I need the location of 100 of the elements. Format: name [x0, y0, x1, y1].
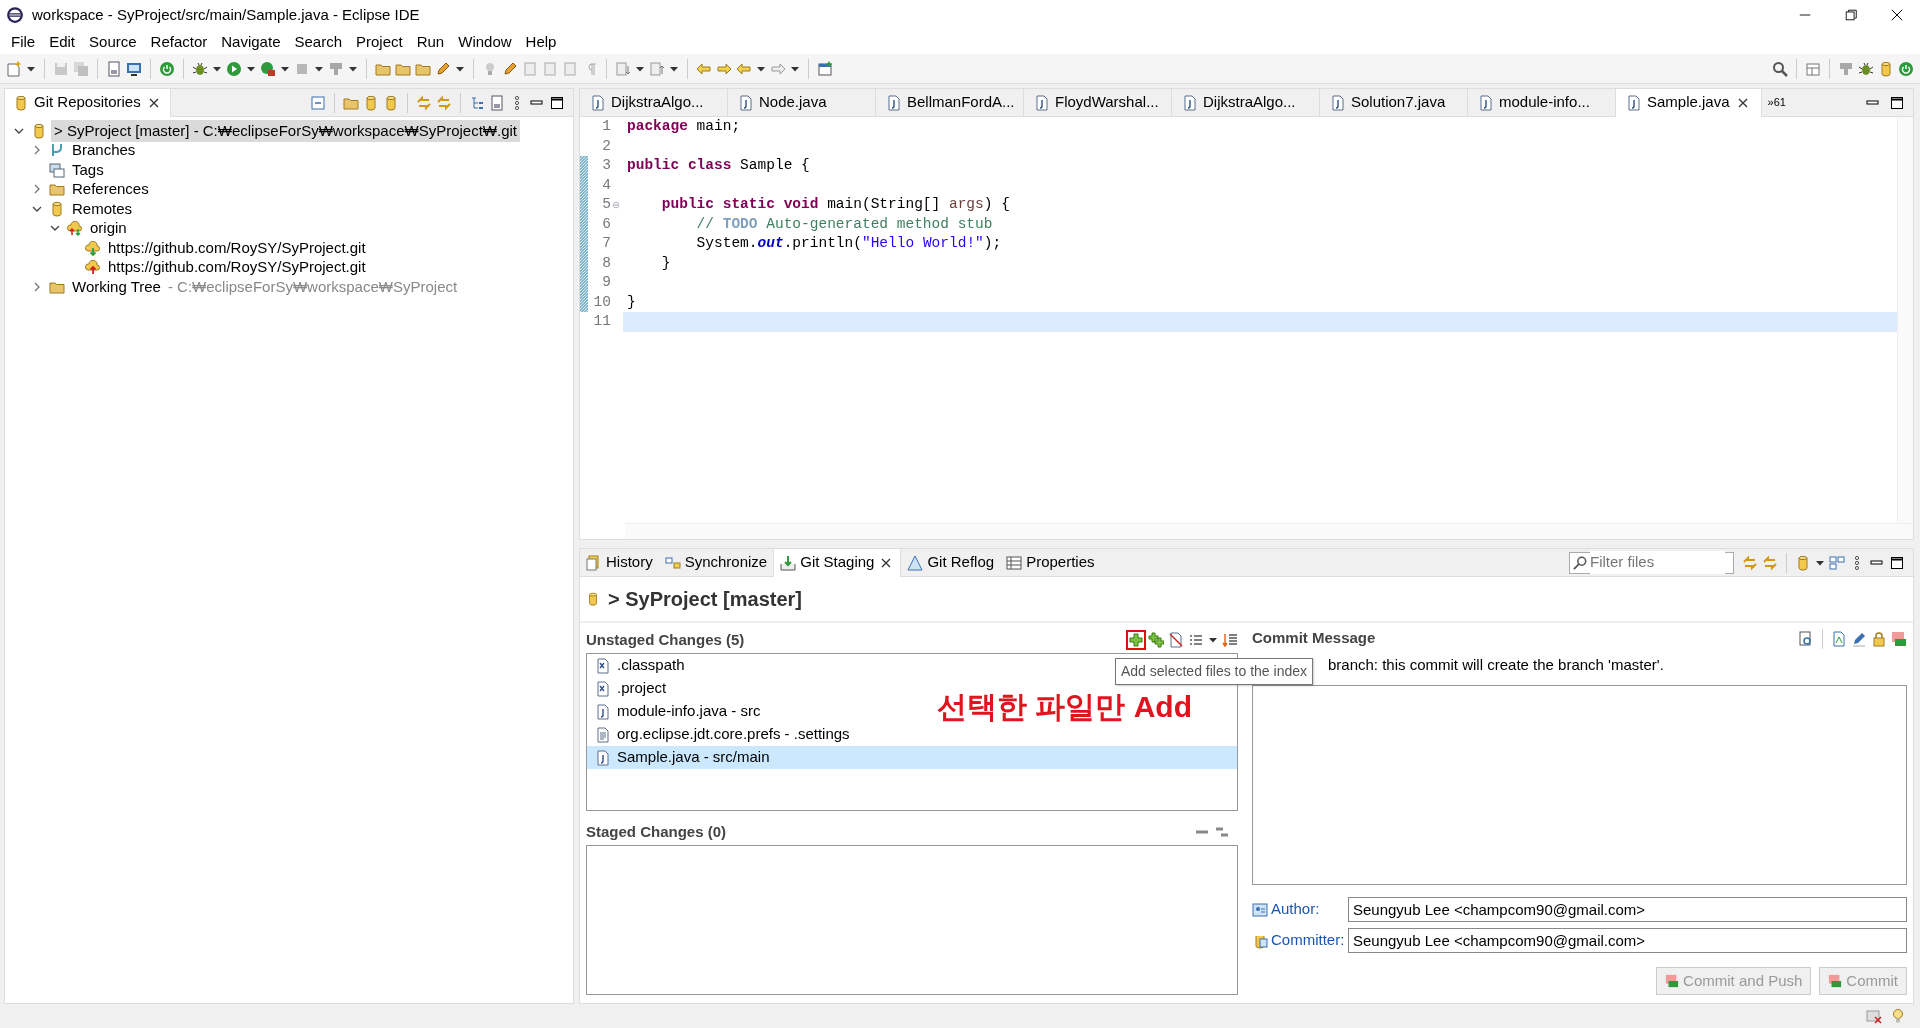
person-icon	[1252, 901, 1268, 918]
editor-tab[interactable]: Sample.java	[1616, 88, 1762, 117]
menu-item[interactable]: Project	[349, 28, 410, 56]
code-line: }	[626, 292, 637, 312]
input-field[interactable]: Seungyub Lee <champcom90@gmail.com>	[1348, 897, 1907, 922]
tab-label: Properties	[1026, 552, 1095, 573]
file-row[interactable]: org.eclipse.jdt.core.prefs - .settings	[587, 723, 854, 746]
sync-arrows-icon[interactable]	[436, 94, 452, 111]
overflow-tabs-count[interactable]: »61	[1761, 94, 1792, 111]
tab-label: DijkstraAlgo...	[611, 92, 704, 113]
menu-item[interactable]: Navigate	[214, 28, 288, 56]
view-tab[interactable]: Properties	[1000, 548, 1101, 577]
tab-label: Solution7.java	[1351, 92, 1446, 113]
page-icon[interactable]	[1831, 630, 1847, 647]
file-icon	[595, 749, 611, 766]
file-row[interactable]: Sample.java - src/main	[587, 746, 1237, 769]
file-row[interactable]: .project	[587, 677, 671, 700]
power-icon[interactable]	[159, 60, 175, 77]
code-line: public class Sample {	[626, 156, 811, 175]
restore-icon	[1844, 8, 1858, 22]
power-icon[interactable]	[1898, 60, 1914, 77]
plus-icon[interactable]	[1148, 632, 1164, 648]
commit-message-field[interactable]	[1252, 684, 1907, 885]
tags-icon	[49, 161, 65, 178]
eclipse-logo-icon	[6, 6, 24, 24]
file-cross-icon[interactable]	[1168, 632, 1184, 648]
sort-icon[interactable]	[1222, 632, 1238, 648]
menu-item[interactable]: Refactor	[143, 28, 215, 56]
menu-item[interactable]: Help	[518, 28, 564, 56]
sync-arrows-icon[interactable]	[1742, 554, 1758, 571]
status-icon[interactable]	[1866, 1008, 1882, 1024]
line-number: 6	[602, 214, 611, 234]
pencil-icon[interactable]	[502, 60, 518, 77]
filter-field[interactable]: Filter files	[1569, 551, 1734, 574]
field-label[interactable]: Author:	[1271, 898, 1320, 921]
maximize-icon[interactable]	[1889, 554, 1905, 571]
menu-item[interactable]: File	[4, 28, 43, 56]
search-icon[interactable]	[1772, 60, 1788, 77]
editor-tab[interactable]: Solution7.java	[1320, 88, 1468, 117]
bug-icon[interactable]	[1858, 60, 1874, 77]
plus-icon[interactable]	[1128, 632, 1144, 648]
menu-item[interactable]: Search	[287, 28, 349, 56]
list-icon[interactable]	[1188, 632, 1204, 648]
view-tab[interactable]: Synchronize	[658, 548, 774, 577]
file-icon	[595, 680, 611, 697]
menu-item[interactable]: Window	[451, 28, 519, 56]
perspective-icon[interactable]	[1805, 60, 1821, 77]
monitor-icon[interactable]	[126, 60, 142, 77]
file-name: org.eclipse.jdt.core.prefs - .settings	[617, 724, 850, 745]
push-icon[interactable]	[1891, 630, 1907, 647]
menu-item[interactable]: Run	[409, 28, 452, 56]
find-icon[interactable]	[1798, 630, 1814, 647]
editor-tab[interactable]: FloydWarshal...	[1024, 88, 1172, 117]
field-label[interactable]: Committer:	[1271, 929, 1345, 952]
sync-view-icon	[664, 554, 681, 571]
database-icon	[49, 200, 65, 217]
file-row[interactable]: module-info.java - src	[587, 700, 765, 723]
menu-item[interactable]: Edit	[42, 28, 83, 56]
file-row[interactable]: .classpath	[587, 654, 689, 677]
line-number: 9	[602, 273, 611, 292]
staging-icon	[780, 554, 797, 571]
menu-item[interactable]: Source	[82, 28, 144, 56]
input-field[interactable]: Seungyub Lee <champcom90@gmail.com>	[1348, 928, 1907, 953]
maximize-icon[interactable]	[549, 94, 565, 111]
tab-label: Git Reflog	[927, 552, 995, 573]
document-icon[interactable]	[489, 94, 505, 111]
pencil-icon[interactable]	[435, 60, 451, 77]
tree-icon[interactable]	[469, 94, 485, 111]
editor-tab[interactable]: Node.java	[728, 88, 876, 117]
branches-icon	[49, 142, 65, 159]
editor-tab[interactable]: BellmanFordA...	[876, 88, 1024, 117]
file-icon	[1330, 94, 1346, 111]
play-icon[interactable]	[226, 60, 242, 77]
sync-arrows-icon[interactable]	[1762, 554, 1778, 571]
collapse-all-icon[interactable]	[310, 94, 326, 111]
bug-icon[interactable]	[192, 60, 208, 77]
file-name: module-info.java - src	[617, 701, 761, 722]
view-tab[interactable]: Git Reflog	[901, 548, 1001, 577]
annotation-text: 선택한 파일만 Add	[937, 689, 1192, 725]
run-tool-icon[interactable]	[260, 60, 276, 77]
view-tab[interactable]: Git Staging	[773, 548, 902, 577]
view-tab[interactable]: Git Repositories	[5, 88, 171, 117]
table-icon	[1006, 554, 1023, 571]
editor-tab[interactable]: DijkstraAlgo...	[1172, 88, 1320, 117]
maximize-icon[interactable]	[1889, 94, 1905, 111]
new-window-icon[interactable]	[817, 60, 833, 77]
tab-label: Synchronize	[684, 552, 768, 573]
view-tab[interactable]: History	[580, 548, 659, 577]
database-icon[interactable]	[1878, 60, 1894, 77]
pen-icon[interactable]	[1851, 630, 1867, 647]
lock-icon[interactable]	[1871, 630, 1887, 647]
lightbulb-icon[interactable]	[1890, 1008, 1906, 1024]
sync-arrows-icon[interactable]	[416, 94, 432, 111]
tree-item[interactable]: > SyProject [master] - C:₩eclipseForSy₩workspace₩SyProject₩.git	[51, 119, 520, 142]
database-icon[interactable]	[383, 94, 399, 111]
database-icon[interactable]	[363, 94, 379, 111]
tab-label: BellmanFordA...	[907, 92, 1015, 113]
path-text: - C:₩eclipseForSy₩workspace₩SyProject	[166, 276, 458, 297]
editor-tab[interactable]: DijkstraAlgo...	[580, 88, 728, 117]
tab-label: History	[606, 552, 653, 573]
